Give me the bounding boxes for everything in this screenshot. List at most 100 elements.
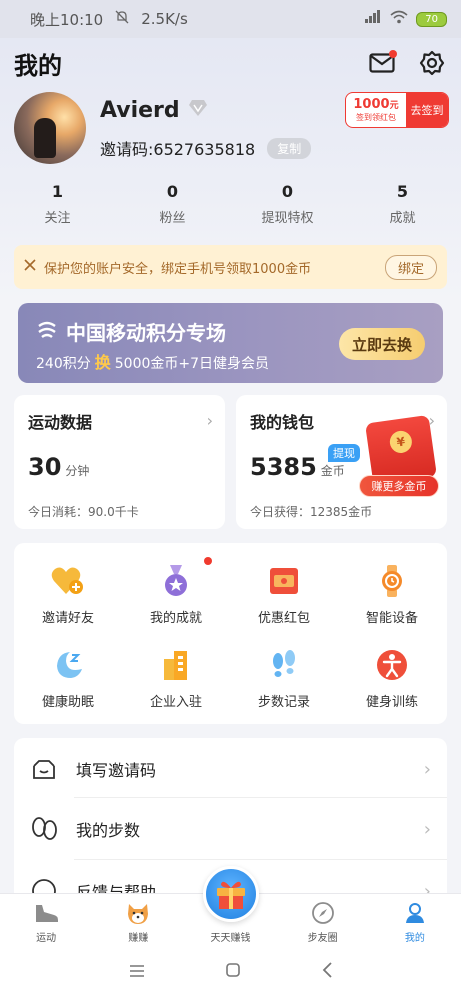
- list-item-my-steps[interactable]: 我的步数 ›: [14, 798, 447, 860]
- new-badge-dot: [204, 557, 212, 565]
- wallet-unit: 金币: [320, 464, 345, 478]
- daily-earn-gift-button[interactable]: [203, 866, 259, 922]
- watch-icon: [374, 563, 410, 599]
- stat-value: 0: [281, 182, 294, 201]
- stat-label: 提现特权: [261, 211, 314, 226]
- medal-icon: [158, 557, 212, 599]
- list-item-invite-code[interactable]: 填写邀请码 ›: [14, 738, 447, 800]
- checkin-subtitle: 签到领红包: [356, 113, 396, 122]
- tab-sport[interactable]: 运动: [0, 894, 92, 945]
- invite-code: 邀请码:6527635818: [100, 140, 256, 159]
- back-icon[interactable]: [321, 962, 333, 983]
- person-icon: [402, 900, 428, 926]
- mute-icon: [115, 10, 129, 28]
- grid-item-fitness-training[interactable]: 健身训练: [338, 647, 446, 710]
- diamond-badge-icon[interactable]: [188, 98, 208, 123]
- wallet-coins: 5385: [250, 453, 317, 481]
- menu-icon[interactable]: [129, 962, 145, 983]
- tab-earn[interactable]: 赚赚: [92, 894, 184, 945]
- moon-icon: [50, 647, 86, 683]
- avatar[interactable]: [14, 92, 86, 164]
- china-mobile-logo-icon: [36, 318, 58, 345]
- gear-icon: [419, 50, 445, 76]
- tab-step-friends[interactable]: 步友圈: [277, 894, 369, 945]
- compass-icon: [310, 900, 336, 926]
- stat-withdraw-privilege[interactable]: 0 提现特权: [230, 182, 345, 226]
- stats-row: 1 关注 0 粉丝 0 提现特权 5 成就: [0, 182, 461, 226]
- chevron-right-icon: ›: [423, 818, 431, 840]
- grid-item-sleep-aid[interactable]: 健康助眠: [14, 647, 122, 710]
- bind-button[interactable]: 绑定: [384, 254, 437, 280]
- invite-code-icon: [30, 755, 58, 783]
- grid-item-smart-device[interactable]: 智能设备: [338, 563, 446, 626]
- close-icon[interactable]: [24, 259, 36, 275]
- grid-label: 健身训练: [365, 695, 418, 710]
- status-bar: 晚上10:10 2.5K/s 70: [0, 0, 461, 38]
- copy-button[interactable]: 复制: [267, 137, 312, 159]
- wifi-icon: [390, 10, 408, 28]
- sport-unit: 分钟: [65, 464, 90, 478]
- sport-minutes: 30: [28, 453, 62, 481]
- function-grid: 邀请好友 我的成就 优惠红包 智能设备 健康助眠 企业入驻 步数记录 健身训练: [14, 543, 447, 724]
- profile-section: Avierd 邀请码:6527635818 复制 1000元 签到领红包 去签到: [14, 92, 449, 166]
- notice-text: 保护您的账户安全，绑定手机号领取1000金币: [44, 261, 312, 277]
- steps-icon: [30, 815, 58, 843]
- grid-label: 步数记录: [257, 695, 310, 710]
- list-item-label: 填写邀请码: [76, 761, 157, 780]
- gift-icon: [217, 881, 245, 909]
- grid-item-enterprise[interactable]: 企业入驻: [122, 647, 230, 710]
- checkin-amount: 1000: [353, 97, 390, 112]
- tab-label: 天天赚钱: [210, 933, 251, 944]
- grid-item-invite-friends[interactable]: 邀请好友: [14, 563, 122, 626]
- stat-fans[interactable]: 0 粉丝: [115, 182, 230, 226]
- sport-data-card[interactable]: 运动数据 › 30 分钟 今日消耗：90.0千卡: [14, 395, 225, 529]
- unread-dot: [389, 50, 397, 58]
- username: Avierd: [100, 98, 180, 123]
- fitness-icon: [374, 647, 410, 683]
- stat-label: 成就: [389, 211, 416, 226]
- building-icon: [158, 647, 194, 683]
- heart-plus-icon: [50, 563, 86, 599]
- shiba-icon: [125, 900, 151, 926]
- tab-label: 赚赚: [128, 933, 149, 944]
- page-header: 我的: [0, 40, 461, 86]
- stat-following[interactable]: 1 关注: [0, 182, 115, 226]
- tab-label: 步友圈: [307, 933, 338, 944]
- withdraw-badge[interactable]: 提现: [328, 444, 360, 462]
- home-icon[interactable]: [225, 962, 241, 983]
- network-speed: 2.5K/s: [141, 10, 188, 28]
- page-title: 我的: [14, 51, 62, 80]
- banner-points: 240积分: [36, 356, 91, 372]
- stat-achievements[interactable]: 5 成就: [345, 182, 460, 226]
- mail-button[interactable]: [367, 48, 397, 78]
- checkin-button[interactable]: 1000元 签到领红包 去签到: [345, 92, 449, 128]
- stat-label: 粉丝: [159, 211, 186, 226]
- banner-title: 中国移动积分专场: [66, 321, 226, 345]
- grid-label: 智能设备: [365, 611, 418, 626]
- grid-label: 优惠红包: [257, 611, 310, 626]
- stat-value: 1: [51, 182, 64, 201]
- wallet-today: 今日获得：12385金币: [250, 505, 373, 519]
- battery-indicator: 70: [416, 11, 447, 27]
- stat-label: 关注: [44, 211, 71, 226]
- red-packet-icon: [266, 563, 302, 599]
- grid-item-red-packet[interactable]: 优惠红包: [230, 563, 338, 626]
- tab-label: 运动: [36, 933, 57, 944]
- grid-item-my-achievements[interactable]: 我的成就: [122, 557, 230, 626]
- bind-phone-notice: 保护您的账户安全，绑定手机号领取1000金币 绑定: [14, 245, 447, 289]
- tab-mine[interactable]: 我的: [369, 894, 461, 945]
- grid-label: 邀请好友: [41, 611, 94, 626]
- grid-label: 健康助眠: [41, 695, 94, 710]
- exchange-now-button[interactable]: 立即去换: [339, 328, 425, 360]
- grid-label: 企业入驻: [149, 695, 202, 710]
- stat-value: 0: [166, 182, 179, 201]
- system-navigation-bar: [0, 945, 461, 1000]
- chevron-right-icon: ›: [423, 758, 431, 780]
- earn-more-button[interactable]: 赚更多金币: [359, 475, 439, 497]
- grid-item-step-record[interactable]: 步数记录: [230, 647, 338, 710]
- checkin-unit: 元: [389, 101, 399, 111]
- china-mobile-banner[interactable]: 中国移动积分专场 240积分换 5000金币+7日健身会员 立即去换: [18, 303, 443, 383]
- chevron-right-icon: ›: [206, 411, 213, 430]
- wallet-card[interactable]: 我的钱包 › ¥ 5385 金币 提现 赚更多金币 今日获得：12385金币: [236, 395, 447, 529]
- settings-button[interactable]: [417, 48, 447, 78]
